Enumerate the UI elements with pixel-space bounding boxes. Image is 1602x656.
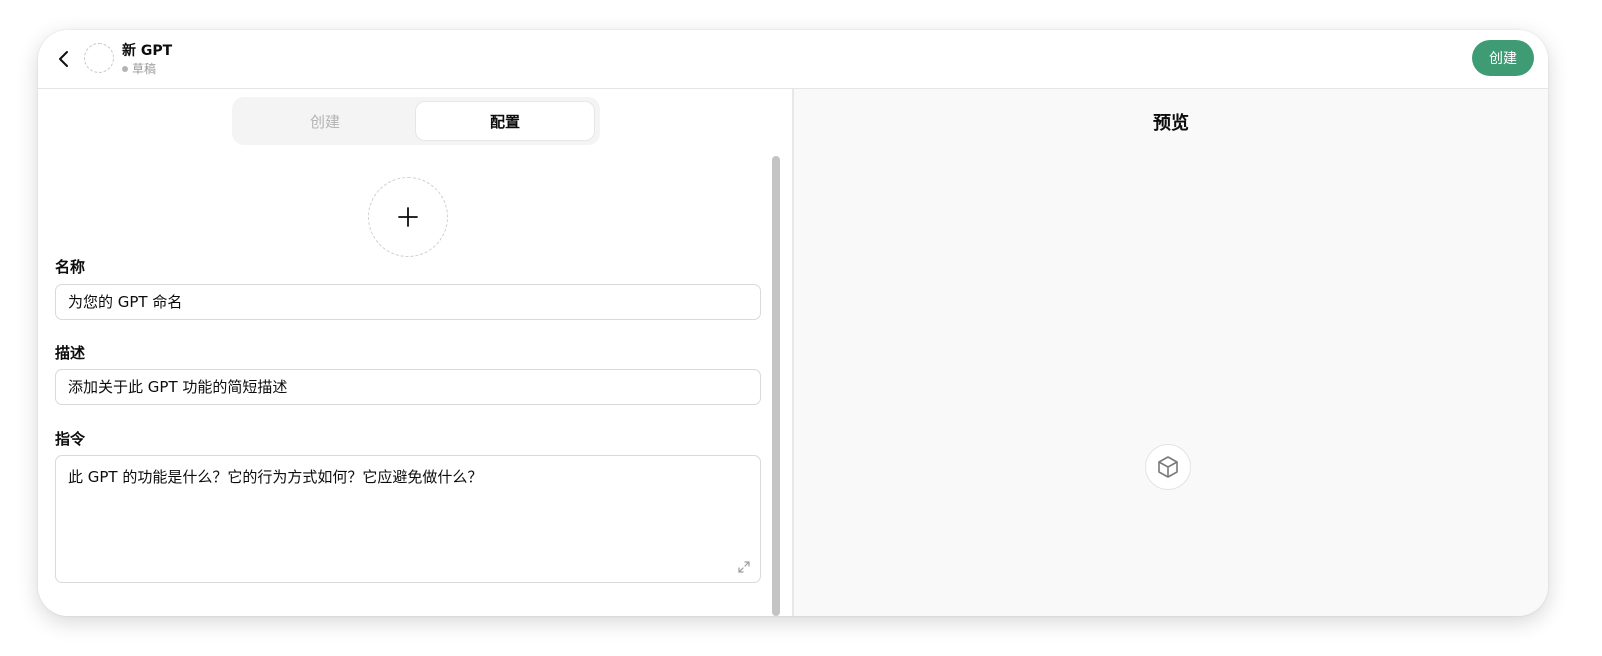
description-input[interactable]	[55, 369, 761, 405]
status-dot-icon	[122, 66, 128, 72]
instructions-label: 指令	[55, 430, 86, 448]
tab-create[interactable]: 创建	[236, 102, 414, 140]
header: 新 GPT 草稿 创建	[38, 30, 1548, 89]
expand-icon	[738, 561, 750, 573]
tab-configure[interactable]: 配置	[416, 102, 594, 140]
preview-panel: 预览	[794, 89, 1548, 616]
gpt-builder-window: 新 GPT 草稿 创建 创建 配置 名称 描述 指令	[38, 30, 1548, 616]
draft-status-label: 草稿	[132, 62, 157, 76]
description-label: 描述	[55, 344, 86, 362]
preview-title: 预览	[1153, 113, 1189, 134]
back-button[interactable]	[52, 47, 76, 71]
back-arrow-icon	[59, 51, 68, 67]
plus-icon	[398, 207, 418, 227]
mode-tabs: 创建 配置	[232, 97, 600, 145]
gpt-avatar[interactable]	[84, 43, 114, 73]
name-input[interactable]	[55, 284, 761, 320]
expand-textarea-button[interactable]	[736, 559, 752, 575]
name-label: 名称	[55, 258, 86, 276]
avatar-upload-button[interactable]	[368, 177, 448, 257]
instructions-textarea[interactable]	[55, 455, 761, 583]
draft-status: 草稿	[122, 61, 156, 77]
gpt-placeholder-avatar	[1145, 444, 1191, 490]
config-scrollbar[interactable]	[772, 156, 780, 616]
config-panel: 创建 配置 名称 描述 指令	[38, 89, 792, 616]
cube-icon	[1158, 456, 1178, 478]
gpt-title: 新 GPT	[122, 43, 173, 59]
create-button[interactable]: 创建	[1472, 40, 1534, 76]
